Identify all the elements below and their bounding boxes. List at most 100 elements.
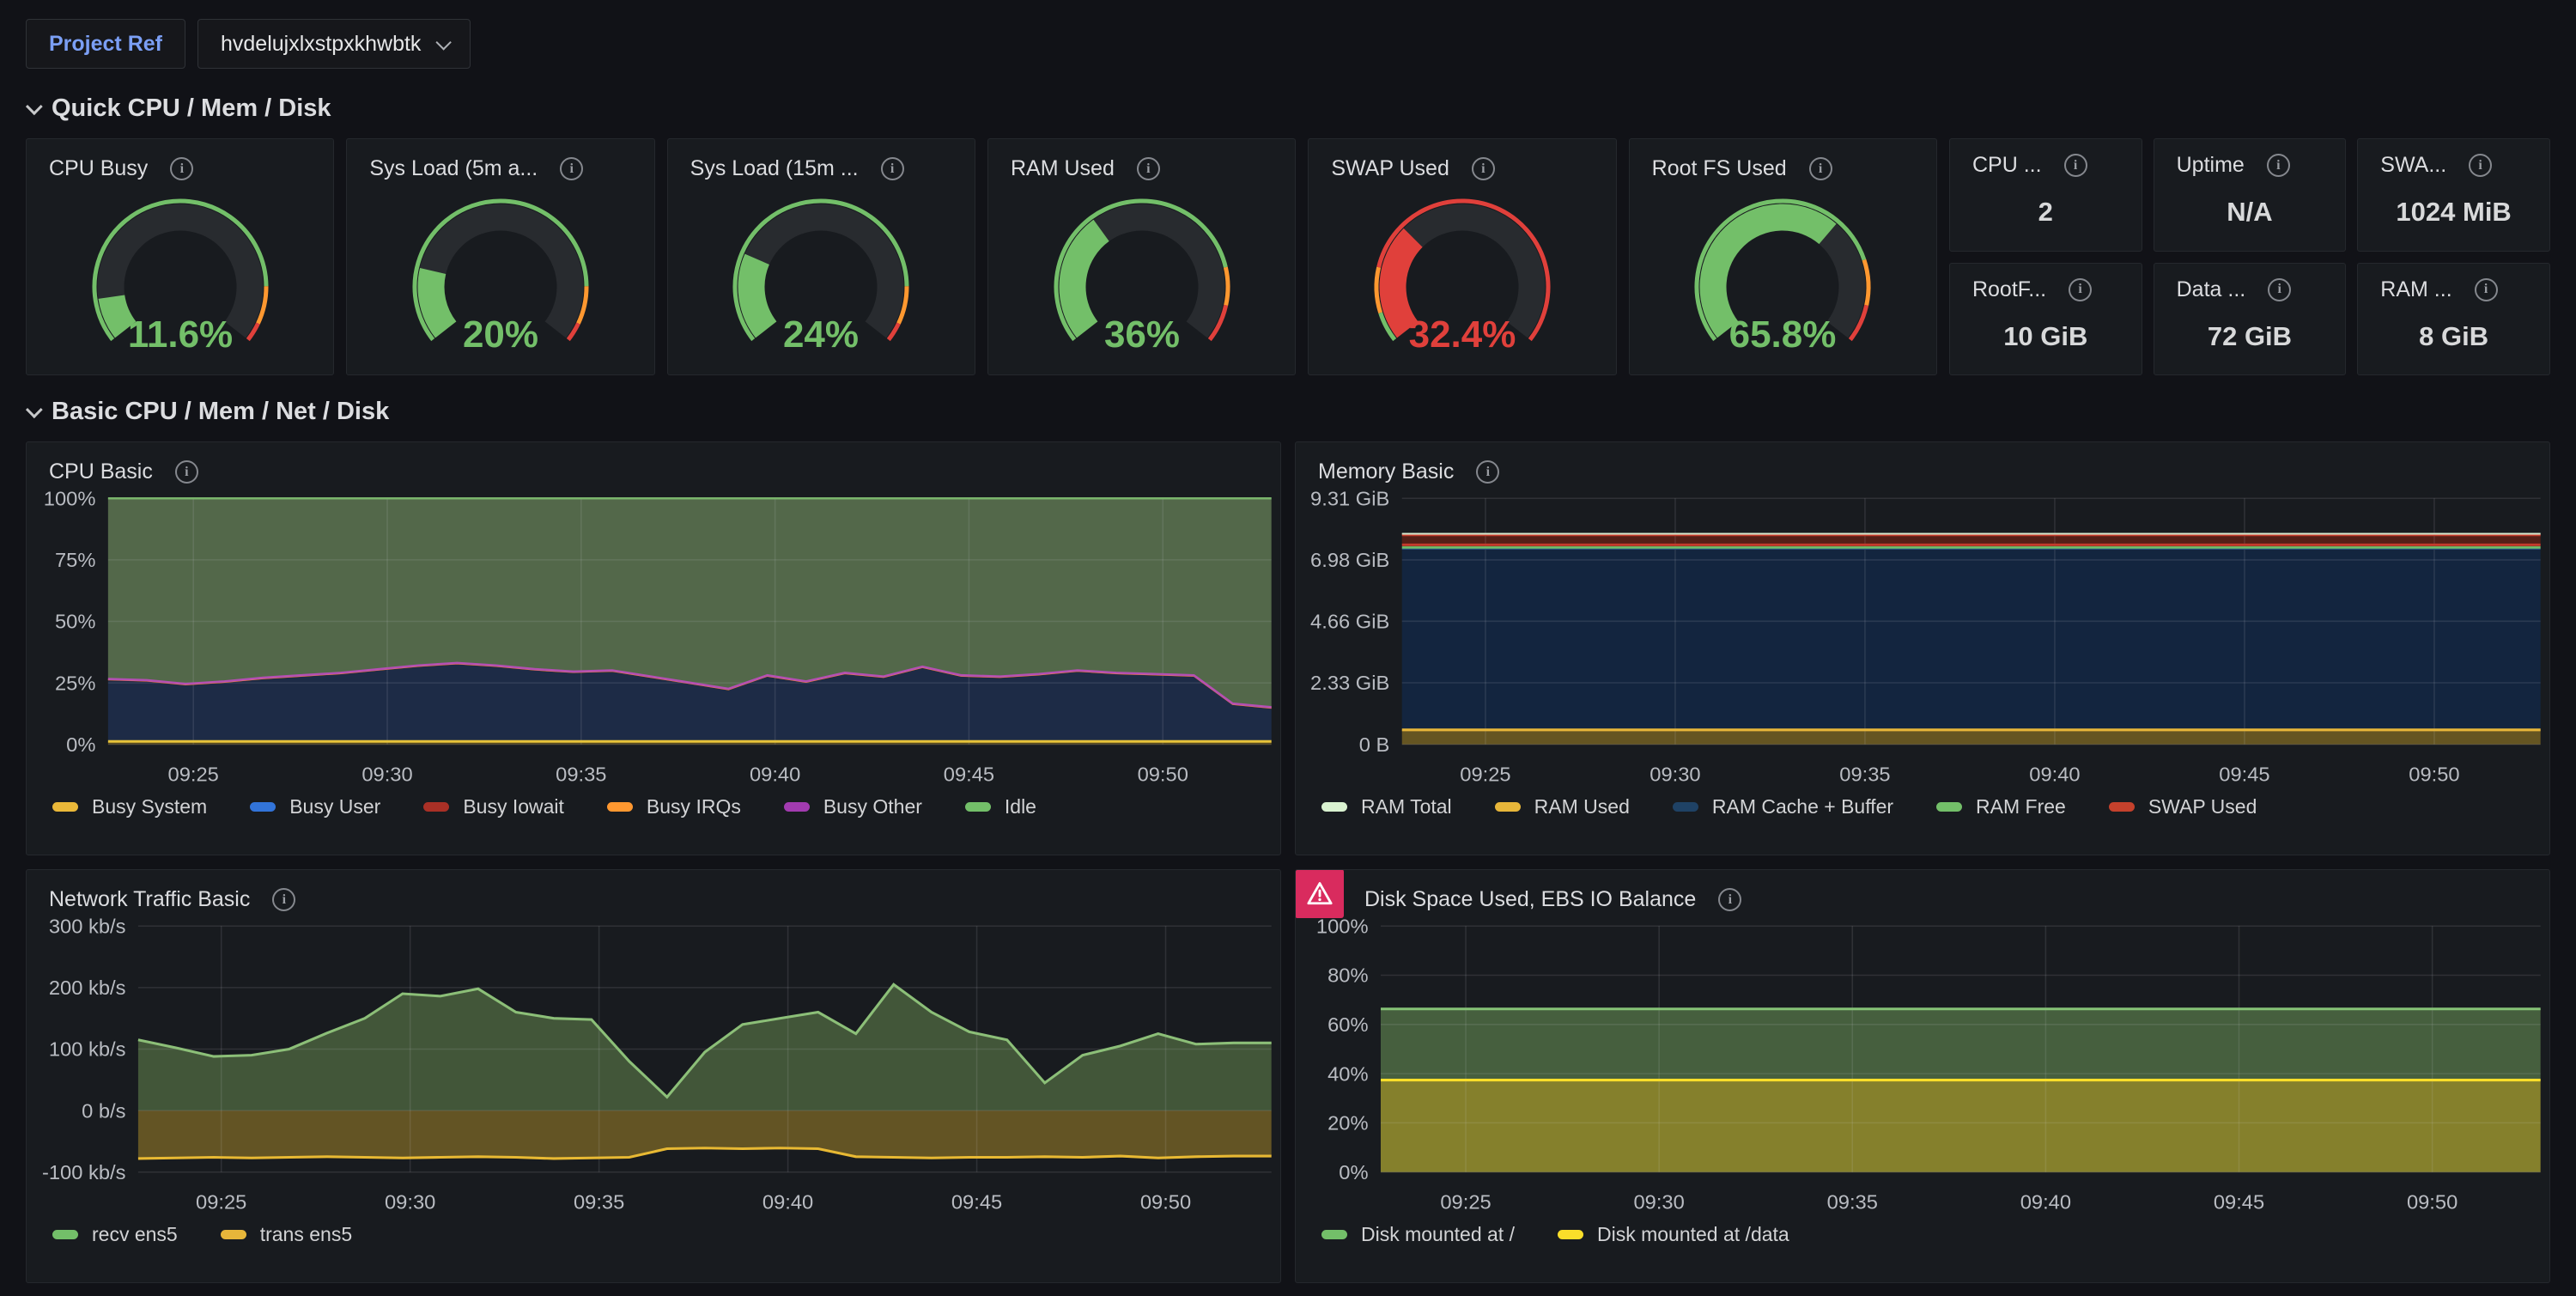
panel-title: RAM Used: [1011, 156, 1115, 181]
x-tick-label: 09:25: [196, 1192, 246, 1214]
x-tick-label: 09:35: [1827, 1192, 1878, 1214]
panel-header: RootF...i: [1950, 264, 2142, 307]
info-icon[interactable]: i: [1809, 157, 1832, 180]
info-icon[interactable]: i: [560, 157, 583, 180]
panel-title: SWAP Used: [1331, 156, 1449, 181]
info-icon[interactable]: i: [2069, 278, 2092, 301]
legend-color-chip: [2109, 802, 2135, 812]
sys-load-15m-value: 24%: [783, 313, 859, 356]
cpu-basic-chart: 0%25%50%75%100%09:2509:3009:3509:4009:45…: [27, 490, 1280, 794]
info-icon[interactable]: i: [1476, 460, 1499, 484]
legend-item[interactable]: Disk mounted at /: [1321, 1223, 1515, 1246]
legend-label: SWAP Used: [2148, 795, 2257, 818]
legend-item[interactable]: Disk mounted at /data: [1558, 1223, 1789, 1246]
ram-used-gauge: 36%: [1034, 196, 1250, 361]
legend-color-chip: [221, 1230, 246, 1239]
gauge-panel-swap-used: SWAP Used i 32.4%: [1308, 138, 1616, 375]
cpu-cores-value: 2: [1950, 183, 2142, 251]
info-icon[interactable]: i: [2267, 154, 2290, 177]
x-tick-label: 09:25: [1460, 764, 1510, 787]
x-tick-label: 09:45: [2219, 764, 2269, 787]
gauge: 24%: [668, 186, 975, 374]
sys-load-5m-value: 20%: [463, 313, 538, 356]
legend-item[interactable]: RAM Used: [1495, 795, 1630, 818]
charts-grid: CPU Basic i 0%25%50%75%100%09:2509:3009:…: [26, 441, 2550, 1283]
disk-space-legend: Disk mounted at / Disk mounted at /data: [1296, 1221, 2549, 1256]
legend-item[interactable]: recv ens5: [52, 1223, 178, 1246]
panel-network-traffic-basic: Network Traffic Basic i -100 kb/s0 b/s10…: [26, 869, 1281, 1283]
x-tick-label: 09:35: [556, 764, 606, 787]
legend-item[interactable]: RAM Total: [1321, 795, 1452, 818]
x-tick-label: 09:30: [1633, 1192, 1684, 1214]
project-ref-text: Project Ref: [49, 32, 162, 57]
section-quick-cpu-mem-disk[interactable]: Quick CPU / Mem / Disk: [26, 94, 2550, 123]
topbar: Project Ref hvdelujxlxstpxkhwbtk: [26, 0, 2550, 72]
info-icon[interactable]: i: [170, 157, 193, 180]
info-icon[interactable]: i: [881, 157, 904, 180]
legend-item[interactable]: RAM Cache + Buffer: [1673, 795, 1893, 818]
alert-icon[interactable]: [1295, 869, 1344, 918]
x-tick-label: 09:35: [1839, 764, 1890, 787]
project-ref-dropdown[interactable]: hvdelujxlxstpxkhwbtk: [197, 19, 471, 69]
info-icon[interactable]: i: [272, 888, 295, 911]
legend-label: trans ens5: [260, 1223, 352, 1246]
panel-header: Sys Load (5m a...i: [347, 139, 653, 186]
cpu-busy-gauge: 11.6%: [72, 196, 289, 361]
info-icon[interactable]: i: [1137, 157, 1160, 180]
gauge: 11.6%: [27, 186, 333, 374]
legend-item[interactable]: RAM Free: [1936, 795, 2066, 818]
info-icon[interactable]: i: [2475, 278, 2498, 301]
gauge: 32.4%: [1309, 186, 1615, 374]
legend-item[interactable]: Idle: [965, 795, 1036, 818]
legend-label: RAM Free: [1976, 795, 2066, 818]
legend-item[interactable]: SWAP Used: [2109, 795, 2257, 818]
stat-panel-uptime: Uptimei N/A: [2154, 138, 2347, 252]
gauge-panel-root-fs-used: Root FS Used i 65.8%: [1629, 138, 1937, 375]
y-tick-label: 100%: [1316, 917, 1369, 938]
panel-title: CPU Busy: [49, 156, 148, 181]
info-icon[interactable]: i: [1472, 157, 1495, 180]
chevron-down-icon: [26, 98, 43, 115]
panel-title: Root FS Used: [1652, 156, 1787, 181]
panel-header: SWA...i: [2358, 139, 2549, 183]
legend-item[interactable]: Busy Other: [784, 795, 922, 818]
panel-cpu-basic: CPU Basic i 0%25%50%75%100%09:2509:3009:…: [26, 441, 1281, 855]
network-traffic-legend: recv ens5 trans ens5: [27, 1221, 1280, 1256]
legend-label: Busy Iowait: [463, 795, 564, 818]
info-icon[interactable]: i: [2469, 154, 2492, 177]
info-icon[interactable]: i: [175, 460, 198, 484]
y-tick-label: 80%: [1327, 965, 1368, 988]
memory-basic-legend: RAM Total RAM Used RAM Cache + Buffer RAM F…: [1296, 794, 2549, 829]
legend-item[interactable]: Busy System: [52, 795, 207, 818]
legend-item[interactable]: Busy Iowait: [423, 795, 564, 818]
info-icon[interactable]: i: [1718, 888, 1741, 911]
y-tick-label: 200 kb/s: [49, 977, 126, 1000]
panel-title: RAM ...: [2380, 277, 2451, 302]
x-tick-label: 09:35: [574, 1192, 624, 1214]
y-tick-label: 50%: [55, 611, 95, 634]
x-tick-label: 09:30: [385, 1192, 435, 1214]
info-icon[interactable]: i: [2268, 278, 2291, 301]
uptime-value: N/A: [2154, 183, 2346, 251]
panel-header: Network Traffic Basic i: [27, 870, 1280, 917]
x-tick-label: 09:50: [1140, 1192, 1191, 1214]
legend-item[interactable]: Busy IRQs: [607, 795, 741, 818]
swap-used-value: 32.4%: [1409, 313, 1516, 356]
legend-item[interactable]: Busy User: [250, 795, 380, 818]
info-icon[interactable]: i: [2064, 154, 2087, 177]
y-tick-label: 100 kb/s: [49, 1039, 126, 1062]
x-tick-label: 09:40: [2029, 764, 2080, 787]
legend-item[interactable]: trans ens5: [221, 1223, 352, 1246]
legend-label: RAM Total: [1361, 795, 1452, 818]
panel-title: Uptime: [2177, 153, 2245, 178]
y-tick-label: 0%: [1339, 1162, 1368, 1184]
gauge: 65.8%: [1630, 186, 1936, 374]
cpu-busy-value: 11.6%: [127, 313, 232, 356]
legend-color-chip: [1321, 802, 1347, 812]
legend-color-chip: [1558, 1230, 1583, 1239]
y-tick-label: 9.31 GiB: [1310, 490, 1389, 510]
gauge-stat-row: CPU Busy i 11.6% Sys Load (5m a...i 20% Sys L…: [26, 138, 2550, 375]
y-tick-label: 4.66 GiB: [1310, 611, 1389, 634]
section-basic-cpu-mem-net-disk[interactable]: Basic CPU / Mem / Net / Disk: [26, 398, 2550, 426]
panel-title: Sys Load (15m ...: [690, 156, 859, 181]
